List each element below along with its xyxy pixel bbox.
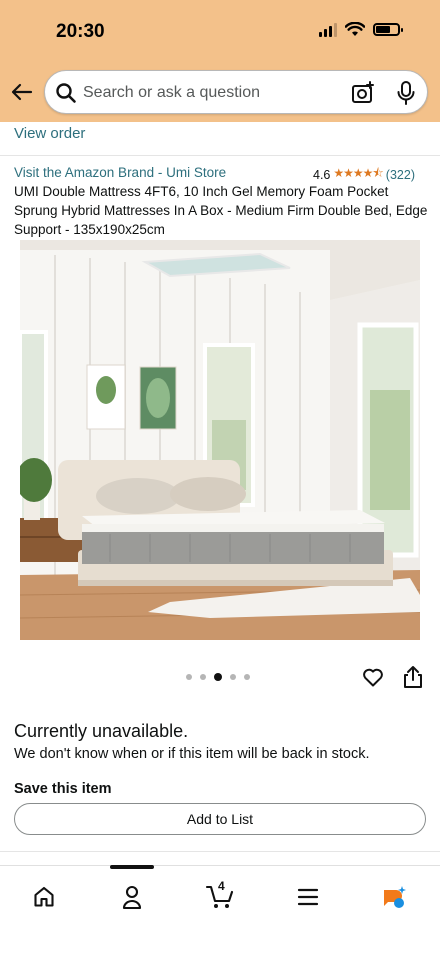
menu-icon bbox=[297, 888, 319, 906]
review-count[interactable]: (322) bbox=[386, 168, 415, 182]
microphone-icon[interactable] bbox=[395, 80, 417, 106]
heart-icon[interactable] bbox=[361, 665, 385, 689]
search-bar[interactable]: Search or ask a question bbox=[44, 70, 428, 114]
cart-count-badge: 4 bbox=[218, 879, 225, 893]
product-image[interactable] bbox=[20, 240, 420, 640]
availability-note: We don't know when or if this item will … bbox=[14, 746, 370, 762]
carousel-dot[interactable] bbox=[244, 674, 250, 680]
battery-icon bbox=[373, 23, 403, 36]
nav-rufus-assistant[interactable] bbox=[372, 880, 416, 914]
search-input[interactable]: Search or ask a question bbox=[83, 84, 260, 102]
availability-status: Currently unavailable. bbox=[14, 721, 189, 741]
brand-store-link[interactable]: Visit the Amazon Brand - Umi Store bbox=[14, 165, 226, 180]
rating-value: 4.6 bbox=[313, 167, 331, 182]
divider bbox=[0, 851, 440, 852]
carousel-dot-active[interactable] bbox=[214, 673, 222, 681]
back-arrow-icon[interactable] bbox=[10, 80, 34, 104]
nav-menu[interactable] bbox=[286, 880, 330, 914]
search-icon bbox=[56, 83, 76, 103]
camera-lens-icon[interactable] bbox=[351, 81, 375, 105]
save-item-heading: Save this item bbox=[14, 781, 112, 797]
product-title: UMI Double Mattress 4FT6, 10 Inch Gel Me… bbox=[14, 184, 428, 237]
view-order-link[interactable]: View order bbox=[14, 125, 85, 142]
cellular-signal-icon bbox=[319, 22, 337, 37]
status-bar: 20:30 bbox=[0, 0, 440, 64]
carousel-dot[interactable] bbox=[200, 674, 206, 680]
rufus-icon bbox=[384, 886, 406, 908]
carousel-dot[interactable] bbox=[186, 674, 192, 680]
add-to-list-button[interactable]: Add to List bbox=[14, 803, 426, 835]
active-tab-indicator bbox=[110, 865, 154, 869]
status-icons bbox=[319, 22, 403, 37]
status-time: 20:30 bbox=[56, 21, 105, 42]
carousel-dot[interactable] bbox=[230, 674, 236, 680]
nav-home[interactable] bbox=[22, 880, 66, 914]
wifi-icon bbox=[345, 22, 365, 36]
mattress-bedroom-photo bbox=[20, 240, 420, 640]
app-header: 20:30 Search or ask a question bbox=[0, 0, 440, 122]
image-carousel-dots[interactable] bbox=[186, 673, 250, 681]
nav-account[interactable] bbox=[110, 880, 154, 914]
account-icon bbox=[122, 885, 142, 910]
home-icon bbox=[34, 886, 54, 907]
divider bbox=[0, 155, 440, 156]
share-icon[interactable] bbox=[402, 664, 424, 690]
